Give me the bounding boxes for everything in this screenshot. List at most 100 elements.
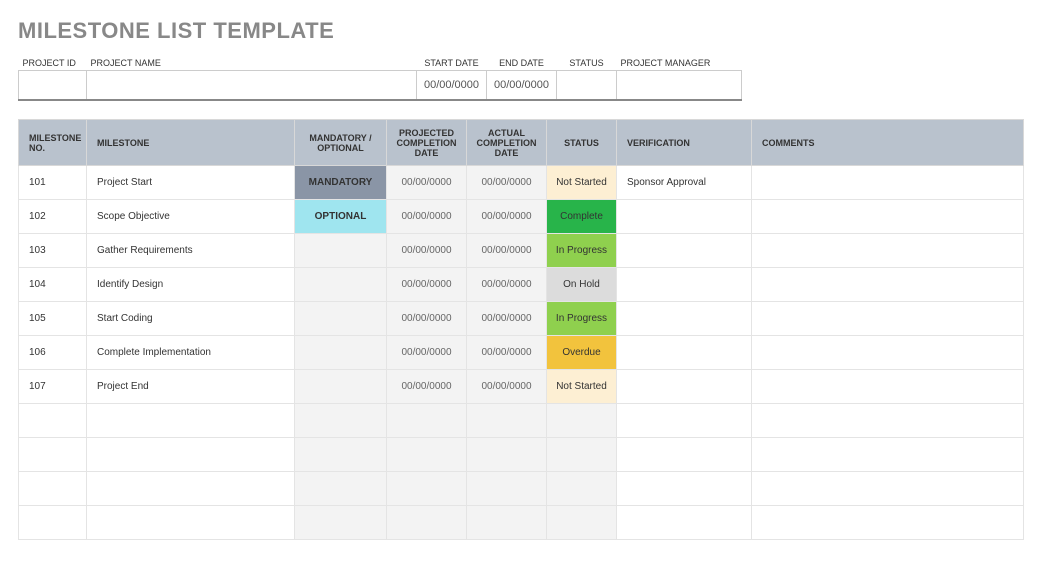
- cell-projected-date[interactable]: 00/00/0000: [387, 166, 467, 200]
- cell-type[interactable]: OPTIONAL: [295, 200, 387, 234]
- cell-empty[interactable]: [295, 506, 387, 540]
- cell-status[interactable]: In Progress: [547, 302, 617, 336]
- cell-projected-date[interactable]: 00/00/0000: [387, 336, 467, 370]
- cell-verification[interactable]: [617, 268, 752, 302]
- cell-comments[interactable]: [752, 234, 1024, 268]
- cell-milestone-name[interactable]: Project End: [87, 370, 295, 404]
- cell-type[interactable]: [295, 336, 387, 370]
- cell-comments[interactable]: [752, 370, 1024, 404]
- cell-comments[interactable]: [752, 268, 1024, 302]
- cell-projected-date[interactable]: 00/00/0000: [387, 370, 467, 404]
- cell-empty[interactable]: [752, 438, 1024, 472]
- col-milestone: MILESTONE: [87, 120, 295, 166]
- cell-empty[interactable]: [617, 438, 752, 472]
- cell-type[interactable]: [295, 302, 387, 336]
- cell-type[interactable]: MANDATORY: [295, 166, 387, 200]
- cell-status[interactable]: Complete: [547, 200, 617, 234]
- cell-status[interactable]: Not Started: [547, 166, 617, 200]
- cell-milestone-no[interactable]: 104: [19, 268, 87, 302]
- cell-projected-date[interactable]: 00/00/0000: [387, 234, 467, 268]
- cell-empty[interactable]: [19, 472, 87, 506]
- cell-milestone-no[interactable]: 102: [19, 200, 87, 234]
- cell-verification[interactable]: Sponsor Approval: [617, 166, 752, 200]
- cell-verification[interactable]: [617, 370, 752, 404]
- cell-milestone-name[interactable]: Project Start: [87, 166, 295, 200]
- cell-empty[interactable]: [387, 404, 467, 438]
- cell-empty[interactable]: [617, 506, 752, 540]
- cell-milestone-no[interactable]: 106: [19, 336, 87, 370]
- cell-milestone-no[interactable]: 103: [19, 234, 87, 268]
- cell-actual-date[interactable]: 00/00/0000: [467, 166, 547, 200]
- cell-empty[interactable]: [19, 404, 87, 438]
- cell-milestone-no[interactable]: 107: [19, 370, 87, 404]
- cell-actual-date[interactable]: 00/00/0000: [467, 336, 547, 370]
- cell-empty[interactable]: [547, 438, 617, 472]
- cell-milestone-name[interactable]: Identify Design: [87, 268, 295, 302]
- page-title: MILESTONE LIST TEMPLATE: [18, 18, 1025, 44]
- cell-empty[interactable]: [467, 438, 547, 472]
- cell-verification[interactable]: [617, 336, 752, 370]
- cell-projected-date[interactable]: 00/00/0000: [387, 268, 467, 302]
- value-status[interactable]: [557, 71, 617, 101]
- cell-milestone-name[interactable]: Start Coding: [87, 302, 295, 336]
- cell-empty[interactable]: [295, 438, 387, 472]
- cell-empty[interactable]: [295, 404, 387, 438]
- cell-status[interactable]: Overdue: [547, 336, 617, 370]
- cell-comments[interactable]: [752, 166, 1024, 200]
- cell-type[interactable]: [295, 268, 387, 302]
- cell-milestone-name[interactable]: Scope Objective: [87, 200, 295, 234]
- cell-status[interactable]: In Progress: [547, 234, 617, 268]
- table-row-empty: [19, 472, 1024, 506]
- cell-comments[interactable]: [752, 302, 1024, 336]
- cell-verification[interactable]: [617, 234, 752, 268]
- cell-comments[interactable]: [752, 336, 1024, 370]
- cell-empty[interactable]: [752, 404, 1024, 438]
- cell-empty[interactable]: [387, 438, 467, 472]
- cell-empty[interactable]: [752, 506, 1024, 540]
- value-project-id[interactable]: [19, 71, 87, 101]
- table-row: 101Project StartMANDATORY00/00/000000/00…: [19, 166, 1024, 200]
- cell-actual-date[interactable]: 00/00/0000: [467, 268, 547, 302]
- cell-empty[interactable]: [752, 472, 1024, 506]
- cell-empty[interactable]: [617, 472, 752, 506]
- cell-milestone-no[interactable]: 101: [19, 166, 87, 200]
- cell-empty[interactable]: [467, 472, 547, 506]
- cell-empty[interactable]: [295, 472, 387, 506]
- cell-milestone-name[interactable]: Gather Requirements: [87, 234, 295, 268]
- milestone-table: MILESTONE NO. MILESTONE MANDATORY / OPTI…: [18, 119, 1024, 540]
- cell-actual-date[interactable]: 00/00/0000: [467, 370, 547, 404]
- value-project-name[interactable]: [87, 71, 417, 101]
- value-project-manager[interactable]: [617, 71, 742, 101]
- cell-actual-date[interactable]: 00/00/0000: [467, 302, 547, 336]
- cell-milestone-name[interactable]: Complete Implementation: [87, 336, 295, 370]
- cell-empty[interactable]: [87, 506, 295, 540]
- cell-empty[interactable]: [87, 472, 295, 506]
- cell-type[interactable]: [295, 234, 387, 268]
- cell-empty[interactable]: [19, 438, 87, 472]
- table-row-empty: [19, 506, 1024, 540]
- cell-empty[interactable]: [87, 438, 295, 472]
- cell-status[interactable]: Not Started: [547, 370, 617, 404]
- cell-status[interactable]: On Hold: [547, 268, 617, 302]
- cell-milestone-no[interactable]: 105: [19, 302, 87, 336]
- value-start-date[interactable]: 00/00/0000: [417, 71, 487, 101]
- cell-empty[interactable]: [467, 506, 547, 540]
- cell-empty[interactable]: [387, 472, 467, 506]
- cell-empty[interactable]: [547, 404, 617, 438]
- cell-actual-date[interactable]: 00/00/0000: [467, 234, 547, 268]
- cell-empty[interactable]: [387, 506, 467, 540]
- cell-empty[interactable]: [87, 404, 295, 438]
- cell-verification[interactable]: [617, 200, 752, 234]
- cell-actual-date[interactable]: 00/00/0000: [467, 200, 547, 234]
- cell-empty[interactable]: [547, 506, 617, 540]
- cell-empty[interactable]: [547, 472, 617, 506]
- cell-projected-date[interactable]: 00/00/0000: [387, 200, 467, 234]
- cell-comments[interactable]: [752, 200, 1024, 234]
- cell-type[interactable]: [295, 370, 387, 404]
- cell-empty[interactable]: [19, 506, 87, 540]
- cell-projected-date[interactable]: 00/00/0000: [387, 302, 467, 336]
- cell-verification[interactable]: [617, 302, 752, 336]
- value-end-date[interactable]: 00/00/0000: [487, 71, 557, 101]
- cell-empty[interactable]: [617, 404, 752, 438]
- cell-empty[interactable]: [467, 404, 547, 438]
